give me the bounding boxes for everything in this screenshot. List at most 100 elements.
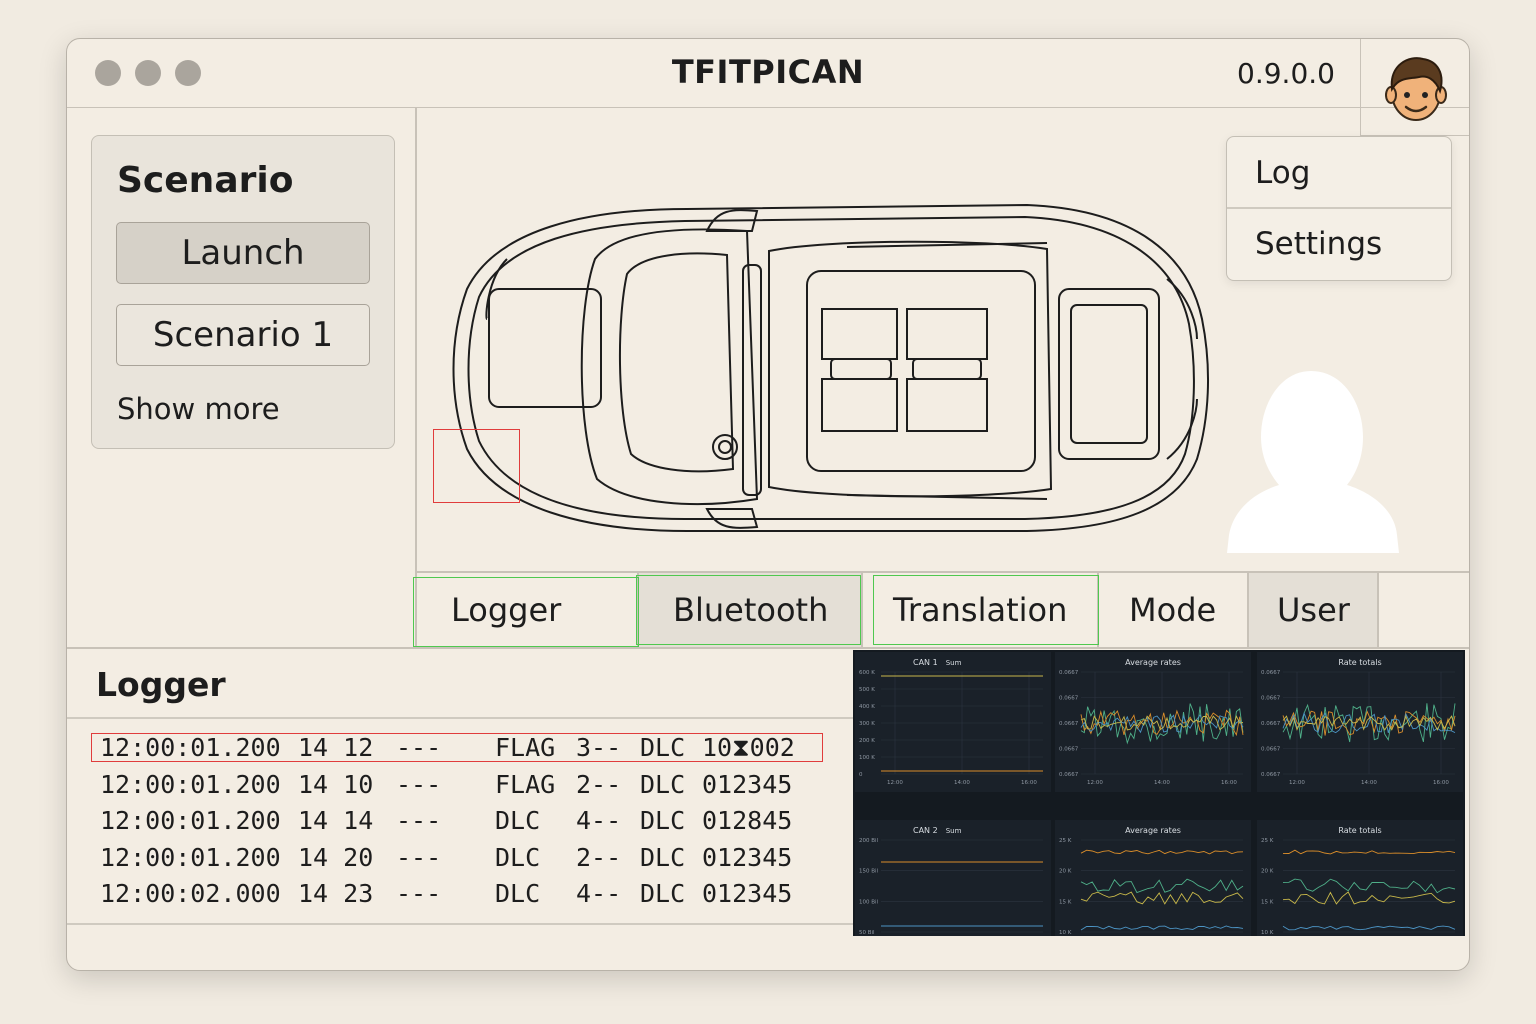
log-cell-dlc: DLC [640,842,686,872]
log-cell-id: 14 10 [298,769,374,799]
y-tick-label: 0.0667 [1261,747,1281,753]
y-tick-label: 100 K [859,755,875,761]
log-cell-type: DLC [495,879,541,908]
title-bar: TFITPICAN 0.9.0.0 [67,39,1469,108]
y-tick-label: 15 K [1261,899,1274,905]
series-line [1282,878,1456,894]
log-cell-dash: --- [396,879,442,908]
x-tick-label: 14:00 [1361,780,1377,786]
bluetooth-tab-highlight [636,575,861,645]
y-tick-label: 200 K [859,738,875,744]
y-tick-label: 10 K [1059,930,1072,936]
panel-chart: 0.0667 0.0667 0.0667 0.0667 0.0667 12:00 14:00… [1059,670,1244,786]
tab-mode-label: Mode [1129,591,1217,629]
log-cell-data: 012845 [702,806,793,835]
menu-item-log[interactable]: Log [1255,155,1310,191]
dashboard-panel[interactable]: CAN 1 Sum 600 K 500 K 400 K 300 K 200 K 100 K01… [855,652,1051,792]
panel-chart: 600 K 500 K 400 K 300 K 200 K 100 K 0 12:00 14:0… [859,670,1043,786]
log-cell-len: 4-- [576,806,622,835]
series-line [1282,891,1456,905]
logger-header-divider [67,717,853,719]
y-tick-label: 0.0667 [1059,772,1079,778]
y-tick-label: 0 [859,772,863,778]
series-line [1080,878,1244,894]
log-cell-time: 12:00:01.200 [100,769,281,799]
series-line [1080,925,1244,931]
tab-divider [1377,573,1379,647]
y-tick-label: 25 K [1261,838,1274,844]
y-tick-label: 10 K [1261,930,1274,936]
log-cell-dash: --- [396,769,442,799]
x-tick-label: 14:00 [1154,780,1170,786]
panel-chart: 25 K 20 K 15 K 10 K [1261,838,1456,936]
version-label: 0.9.0.0 [1237,57,1335,90]
scenario-title: Scenario [117,160,294,201]
y-tick-label: 0.0667 [1059,670,1079,676]
y-tick-label: 100 Bil [859,899,879,905]
metrics-dashboard: CAN 1 Sum 600 K 500 K 400 K 300 K 200 K 100 K01… [853,650,1465,936]
tab-user-label: User [1277,591,1350,629]
wheel-highlight-box [433,429,520,503]
log-cell-dlc: DLC [640,806,686,835]
log-cell-id: 14 20 [298,842,374,872]
user-avatar-button[interactable] [1360,39,1469,136]
scenario-panel: Scenario Launch Scenario 1 Show more [91,135,395,449]
log-cell-type: FLAG [495,769,556,799]
y-tick-label: 20 K [1261,869,1274,875]
y-tick-label: 0.0667 [1059,721,1079,727]
log-cell-dash: --- [396,842,442,872]
dashboard-panel[interactable]: Rate totals 0.0667 0.0667 0.0667 0.0667 0.066… [1257,652,1463,792]
selected-log-row-highlight [91,733,823,762]
log-cell-data: 012345 [702,879,793,908]
translation-tab-highlight [873,575,1099,645]
x-tick-label: 12:00 [887,780,903,786]
x-tick-label: 16:00 [1221,780,1237,786]
user-dropdown-menu: Log Settings [1226,136,1452,281]
app-window: TFITPICAN 0.9.0.0 Scenario Launch Scenar… [66,38,1470,971]
log-cell-type: DLC [495,842,541,872]
y-tick-label: 0.0667 [1261,721,1281,727]
y-tick-label: 150 Bil [859,869,879,875]
y-tick-label: 0.0667 [1261,670,1281,676]
y-tick-label: 200 Bil [859,838,879,844]
log-cell-id: 14 23 [298,879,374,908]
dashboard-panel[interactable]: Average rates 0.0667 0.0667 0.0667 0.0667 0.0… [1055,652,1251,792]
y-tick-label: 20 K [1059,869,1072,875]
panel-chart: 200 Bil 150 Bil 100 Bil 50 Bil [859,838,1043,936]
series-line [1282,849,1456,855]
menu-divider [1227,207,1451,209]
y-tick-label: 400 K [859,704,875,710]
logger-tab-highlight [413,577,639,647]
log-cell-id: 14 14 [298,806,374,835]
y-tick-label: 0.0667 [1261,772,1281,778]
y-tick-label: 15 K [1059,899,1072,905]
tab-mode[interactable]: Mode [1099,573,1247,647]
tab-user[interactable]: User [1249,573,1377,647]
x-tick-label: 16:00 [1433,780,1449,786]
log-cell-type: DLC [495,806,541,835]
panel-chart: 0.0667 0.0667 0.0667 0.0667 0.0667 12:00 14:00… [1261,670,1456,786]
log-cell-data: 012345 [702,769,793,799]
y-tick-label: 300 K [859,721,875,727]
logger-bottom-border [67,923,853,925]
log-cell-time: 12:00:01.200 [100,806,281,835]
series-line [1080,891,1244,905]
show-more-link[interactable]: Show more [117,392,280,426]
logger-title: Logger [96,665,226,704]
x-tick-label: 12:00 [1087,780,1103,786]
dashboard-panel[interactable]: Rate totals 25 K 20 K 15 K 10 K [1257,820,1463,936]
y-tick-label: 50 Bil [859,930,875,936]
dashboard-panel[interactable]: Average rates 25 K 20 K 15 K 10 K [1055,820,1251,936]
x-tick-label: 14:00 [954,780,970,786]
series-line [1282,925,1456,931]
car-top-view-diagram [452,203,1210,532]
dashboard-panel[interactable]: CAN 2 Sum 200 Bil 150 Bil 100 Bil 50 Bil [855,820,1051,936]
user-face-avatar-icon [1385,57,1447,121]
menu-item-settings[interactable]: Settings [1255,226,1382,262]
sidebar-divider [415,107,417,647]
log-cell-len: 4-- [576,879,622,908]
log-cell-dash: --- [396,806,442,835]
scenario-1-button[interactable]: Scenario 1 [116,304,370,366]
launch-button[interactable]: Launch [116,222,370,284]
y-tick-label: 0.0667 [1261,696,1281,702]
